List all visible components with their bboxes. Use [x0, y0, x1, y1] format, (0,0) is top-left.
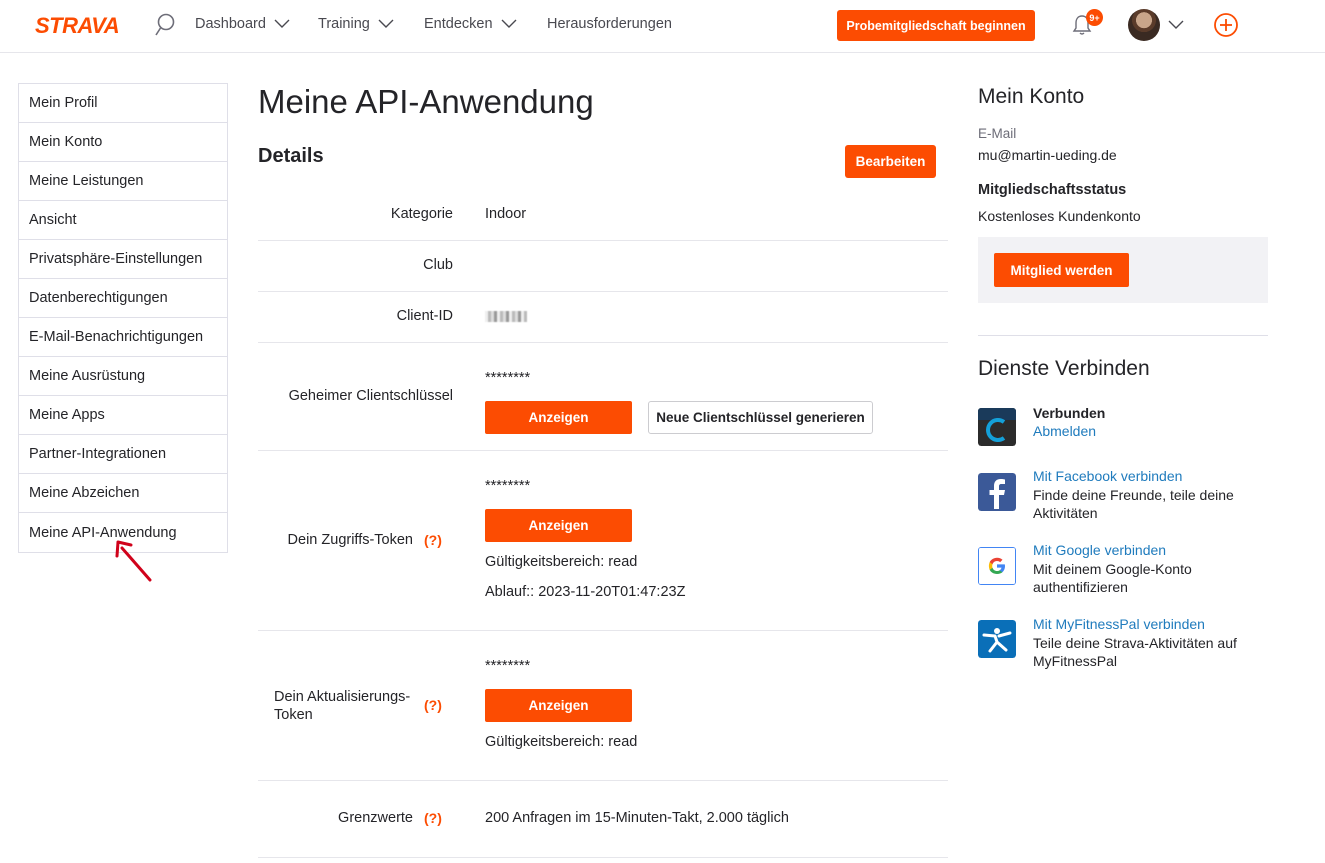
access-token-help[interactable]: (?): [424, 532, 442, 548]
nav-entdecken[interactable]: Entdecken: [424, 16, 517, 32]
page-title: Meine API-Anwendung: [258, 83, 594, 120]
refresh-token-help[interactable]: (?): [424, 697, 442, 713]
limits-value: 200 Anfragen im 15-Minuten-Takt, 2.000 t…: [485, 810, 789, 826]
search-icon[interactable]: [153, 12, 177, 38]
garmin-status: Verbunden: [1033, 405, 1106, 421]
google-icon[interactable]: [978, 547, 1016, 585]
settings-sidebar: Mein Profil Mein Konto Meine Leistungen …: [18, 83, 228, 553]
show-access-token-button[interactable]: Anzeigen: [485, 509, 632, 542]
refresh-token-scope: Gültigkeitsbereich: read: [485, 734, 638, 750]
myfitnesspal-connect-link[interactable]: Mit MyFitnessPal verbinden: [1033, 616, 1205, 632]
account-heading: Mein Konto: [978, 85, 1085, 108]
refresh-token-label: Dein Aktualisierungs- Token: [274, 688, 410, 724]
top-navigation-bar: STRAVA Dashboard Training Entdecken Hera…: [0, 0, 1325, 53]
nav-herausforderungen-label: Herausforderungen: [547, 16, 672, 32]
sidebar-item-meine-ausruestung[interactable]: Meine Ausrüstung: [19, 357, 227, 396]
access-token-scope: Gültigkeitsbereich: read: [485, 554, 638, 570]
sidebar-item-mein-konto[interactable]: Mein Konto: [19, 123, 227, 162]
show-refresh-token-button[interactable]: Anzeigen: [485, 689, 632, 722]
access-token-expiry: Ablauf:: 2023-11-20T01:47:23Z: [485, 584, 686, 600]
strava-logo[interactable]: STRAVA: [35, 13, 131, 37]
refresh-token-label-line1: Dein Aktualisierungs-: [274, 689, 411, 705]
sidebar-item-meine-abzeichen[interactable]: Meine Abzeichen: [19, 474, 227, 513]
nav-dashboard-label: Dashboard: [195, 16, 266, 32]
nav-dashboard[interactable]: Dashboard: [195, 16, 290, 32]
row-divider: [258, 240, 948, 241]
sidebar-item-mein-profil[interactable]: Mein Profil: [19, 84, 227, 123]
google-connect-link[interactable]: Mit Google verbinden: [1033, 542, 1166, 558]
row-divider: [258, 342, 948, 343]
row-divider: [258, 291, 948, 292]
row-divider: [258, 780, 948, 781]
regenerate-client-secret-button[interactable]: Neue Clientschlüssel generieren: [648, 401, 873, 434]
refresh-token-value: ********: [485, 658, 531, 674]
services-heading: Dienste Verbinden: [978, 357, 1150, 380]
notification-badge: 9+: [1086, 9, 1103, 26]
nav-training-label: Training: [318, 16, 370, 32]
facebook-connect-link[interactable]: Mit Facebook verbinden: [1033, 468, 1182, 484]
chevron-down-icon[interactable]: [1168, 20, 1184, 30]
membership-status-label: Mitgliedschaftsstatus: [978, 182, 1127, 198]
start-trial-button[interactable]: Probemitgliedschaft beginnen: [837, 10, 1035, 41]
red-arrow-annotation: [115, 540, 152, 582]
row-divider: [258, 857, 948, 858]
row-divider: [258, 630, 948, 631]
access-token-label: Dein Zugriffs-Token: [287, 532, 413, 548]
category-label: Kategorie: [390, 206, 453, 222]
limits-label: Grenzwerte: [338, 810, 413, 826]
become-member-button[interactable]: Mitglied werden: [994, 253, 1129, 287]
sidebar-item-meine-apps[interactable]: Meine Apps: [19, 396, 227, 435]
row-divider: [258, 450, 948, 451]
category-value: Indoor: [485, 206, 527, 222]
edit-button[interactable]: Bearbeiten: [845, 145, 936, 178]
nav-herausforderungen[interactable]: Herausforderungen: [547, 16, 672, 32]
strava-logo-text: STRAVA: [35, 13, 119, 37]
refresh-token-label-line2: Token: [274, 707, 313, 723]
garmin-disconnect-link[interactable]: Abmelden: [1033, 423, 1096, 439]
nav-entdecken-label: Entdecken: [424, 16, 493, 32]
section-divider: [978, 335, 1268, 336]
club-label: Club: [423, 257, 453, 273]
chevron-down-icon: [501, 19, 517, 28]
email-value: mu@martin-ueding.de: [978, 147, 1117, 163]
plus-circle-icon[interactable]: [1213, 12, 1239, 38]
garmin-icon: [978, 408, 1016, 446]
sidebar-item-datenberechtigungen[interactable]: Datenberechtigungen: [19, 279, 227, 318]
client-id-label: Client-ID: [396, 308, 453, 324]
avatar[interactable]: [1128, 9, 1160, 41]
limits-help[interactable]: (?): [424, 810, 442, 826]
sidebar-item-privatsphaere[interactable]: Privatsphäre-Einstellungen: [19, 240, 227, 279]
facebook-icon[interactable]: [978, 473, 1016, 511]
client-id-redacted: [485, 311, 527, 322]
sidebar-item-ansicht[interactable]: Ansicht: [19, 201, 227, 240]
nav-training[interactable]: Training: [318, 16, 394, 32]
myfitnesspal-icon[interactable]: [978, 620, 1016, 658]
chevron-down-icon: [274, 19, 290, 28]
show-client-secret-button[interactable]: Anzeigen: [485, 401, 632, 434]
client-secret-value: ********: [485, 370, 531, 386]
chevron-down-icon: [378, 19, 394, 28]
sidebar-item-email-benachrichtigungen[interactable]: E-Mail-Benachrichtigungen: [19, 318, 227, 357]
email-label: E-Mail: [978, 126, 1017, 141]
myfitnesspal-description: Teile deine Strava-Aktivitäten auf MyFit…: [1033, 635, 1237, 669]
details-heading: Details: [258, 145, 324, 167]
access-token-value: ********: [485, 478, 531, 494]
client-secret-label: Geheimer Clientschlüssel: [288, 388, 453, 404]
sidebar-item-meine-leistungen[interactable]: Meine Leistungen: [19, 162, 227, 201]
sidebar-item-partner-integrationen[interactable]: Partner-Integrationen: [19, 435, 227, 474]
membership-status-value: Kostenloses Kundenkonto: [978, 208, 1141, 224]
google-description: Mit deinem Google-Konto authentifizieren: [1033, 561, 1192, 595]
facebook-description: Finde deine Freunde, teile deine Aktivit…: [1033, 487, 1234, 521]
